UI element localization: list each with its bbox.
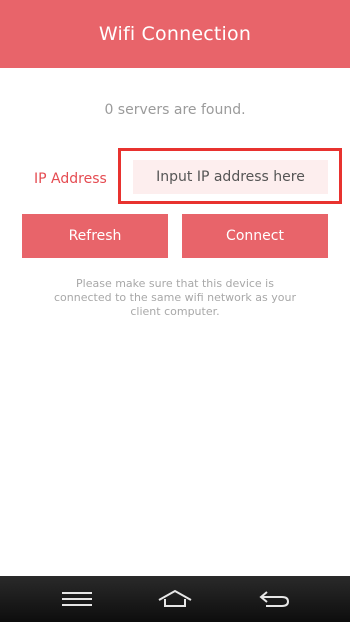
server-count-status: 0 servers are found. [104, 102, 246, 118]
android-nav-bar [0, 576, 350, 622]
home-icon [158, 589, 192, 607]
menu-button[interactable] [47, 576, 107, 622]
page-title: Wifi Connection [98, 23, 252, 45]
ip-address-input[interactable] [133, 160, 328, 194]
app-header: Wifi Connection [0, 0, 350, 68]
back-button[interactable] [244, 576, 304, 622]
ip-address-label: IP Address [34, 171, 107, 187]
menu-icon [62, 592, 92, 606]
home-button[interactable] [145, 576, 205, 622]
back-icon [259, 591, 290, 607]
refresh-button[interactable]: Refresh [22, 214, 168, 258]
network-hint-text: Please make sure that this device is con… [54, 277, 296, 318]
connect-button[interactable]: Connect [182, 214, 328, 258]
